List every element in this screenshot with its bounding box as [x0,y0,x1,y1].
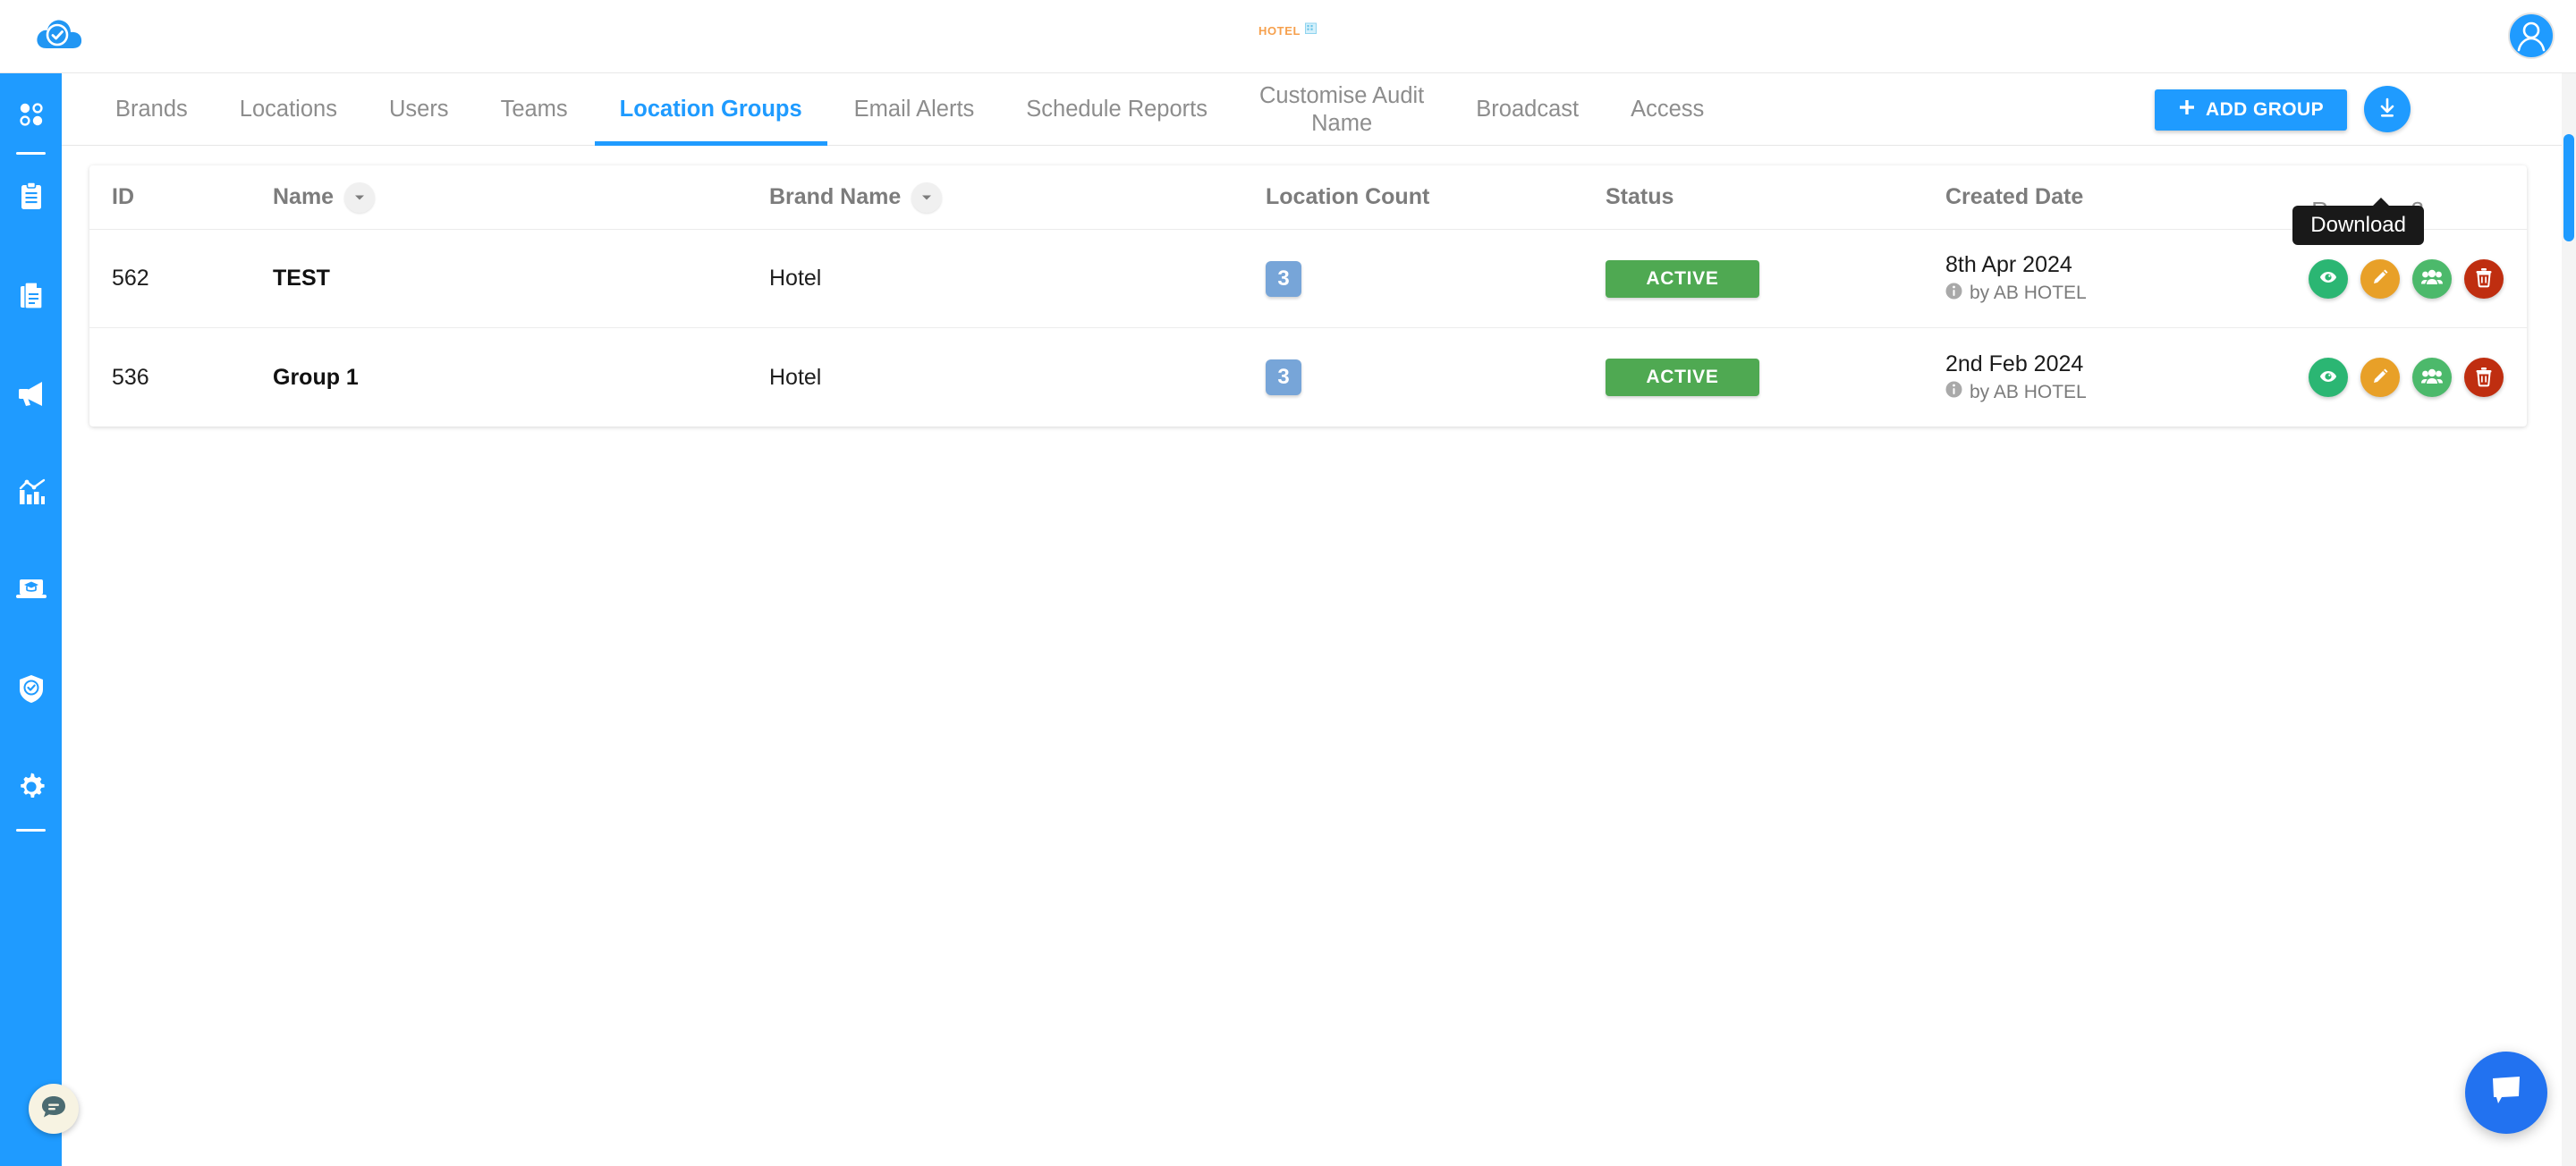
table-row[interactable]: 562 TEST Hotel 3 ACTIVE 8th Apr 2024 by … [89,230,2527,328]
download-tooltip: Download [2292,198,2424,245]
created-by-label: by AB HOTEL [1970,381,2087,402]
cell-brand-name: Hotel [769,266,822,291]
name-filter-button[interactable] [344,182,376,213]
pencil-icon [2369,266,2391,291]
edit-button[interactable] [2360,358,2400,397]
status-badge: ACTIVE [1606,359,1759,396]
download-icon [2375,96,2400,123]
info-icon [1945,381,1962,403]
sidebar-item-compliance[interactable] [0,663,62,714]
chart-bar-icon [16,477,47,506]
top-bar: HOTEL [0,0,2576,73]
gear-icon [16,772,47,802]
manage-users-button[interactable] [2412,258,2452,299]
sidebar-item-dashboard[interactable] [0,89,62,139]
created-by-label: by AB HOTEL [1970,283,2087,304]
table-header-row: ID Name Brand Name Location Count Status… [89,165,2527,230]
users-group-icon [2420,266,2444,291]
cell-created-by: by AB HOTEL [1945,283,2303,305]
sidebar-item-training[interactable] [0,565,62,615]
dashboard-dots-icon [16,99,47,130]
location-count-badge[interactable]: 3 [1266,359,1301,395]
location-count-badge[interactable]: 3 [1266,260,1301,297]
training-laptop-icon [15,577,47,604]
cell-name: TEST [273,266,330,291]
column-header-brand-name: Brand Name [769,182,1266,213]
add-group-button[interactable]: ADD GROUP [2155,89,2347,131]
scrollbar-thumb[interactable] [2563,134,2574,241]
info-icon [1945,283,1962,305]
building-icon [1304,21,1318,39]
chat-bubble-icon [39,1093,68,1126]
sidebar-item-settings[interactable] [0,762,62,812]
sidebar-item-audits[interactable] [0,172,62,222]
tab-users[interactable]: Users [363,73,475,146]
tab-list: Brands Locations Users Teams Location Gr… [89,73,1730,146]
center-logo-text: HOTEL [1258,23,1301,38]
user-avatar-icon[interactable] [2506,11,2556,61]
column-header-name-label: Name [273,184,335,209]
shield-check-icon [17,673,46,704]
clipboard-icon [17,182,46,212]
tab-brands[interactable]: Brands [89,73,214,146]
pencil-icon [2369,366,2391,390]
sidebar-settings-underline [16,829,46,832]
chevron-down-icon [921,194,932,201]
sidebar-active-underline [16,152,46,155]
cell-created-date: 8th Apr 2024 [1945,252,2072,278]
sidebar-item-broadcast[interactable] [0,368,62,418]
tab-email-alerts[interactable]: Email Alerts [828,73,1001,146]
sidebar-item-analytics[interactable] [0,467,62,517]
tab-schedule-reports[interactable]: Schedule Reports [1000,73,1233,146]
eye-icon [2318,266,2339,291]
cell-brand-name: Hotel [769,364,822,390]
table-row[interactable]: 536 Group 1 Hotel 3 ACTIVE 2nd Feb 2024 … [89,328,2527,427]
chat-bubble-icon [2486,1072,2527,1114]
row-actions [2309,258,2504,299]
chat-widget-button[interactable] [2465,1052,2547,1134]
column-header-name: Name [273,182,769,213]
location-groups-table: ID Name Brand Name Location Count Status… [89,165,2527,427]
view-button[interactable] [2309,258,2348,299]
tab-locations[interactable]: Locations [214,73,363,146]
document-icon [17,280,46,310]
column-header-brand-name-label: Brand Name [769,184,902,209]
plus-icon [2178,98,2196,122]
add-group-label: ADD GROUP [2206,99,2324,120]
tab-customise-audit-name[interactable]: Customise Audit Name [1233,73,1450,146]
eye-icon [2318,366,2339,390]
chevron-down-icon [354,194,365,201]
tab-access[interactable]: Access [1605,73,1730,146]
tab-strip: Brands Locations Users Teams Location Gr… [62,73,2576,245]
delete-button[interactable] [2464,358,2504,397]
cell-created-date: 2nd Feb 2024 [1945,351,2084,376]
brand-name-filter-button[interactable] [911,182,943,213]
column-header-location-count: Location Count [1266,184,1430,209]
cell-name: Group 1 [273,364,359,390]
delete-button[interactable] [2464,258,2504,299]
tab-location-groups[interactable]: Location Groups [594,73,828,146]
column-header-id: ID [112,184,134,209]
download-button[interactable] [2364,86,2411,132]
column-header-created-date: Created Date [1945,184,2084,209]
tab-broadcast[interactable]: Broadcast [1450,73,1605,146]
column-header-status: Status [1606,184,1674,209]
manage-users-button[interactable] [2412,358,2452,397]
edit-button[interactable] [2360,258,2400,299]
trash-icon [2474,366,2494,390]
view-button[interactable] [2309,358,2348,397]
sidebar [0,73,62,1166]
trash-icon [2474,266,2494,291]
megaphone-icon [15,379,47,408]
row-actions [2309,358,2504,397]
cell-id: 536 [112,364,149,390]
sidebar-item-reports[interactable] [0,270,62,320]
cell-id: 562 [112,266,149,291]
status-badge: ACTIVE [1606,259,1759,298]
tab-teams[interactable]: Teams [475,73,594,146]
help-chat-button[interactable] [29,1084,79,1134]
users-group-icon [2420,366,2444,390]
cell-created-by: by AB HOTEL [1945,381,2303,403]
center-hotel-logo: HOTEL [0,21,2576,39]
